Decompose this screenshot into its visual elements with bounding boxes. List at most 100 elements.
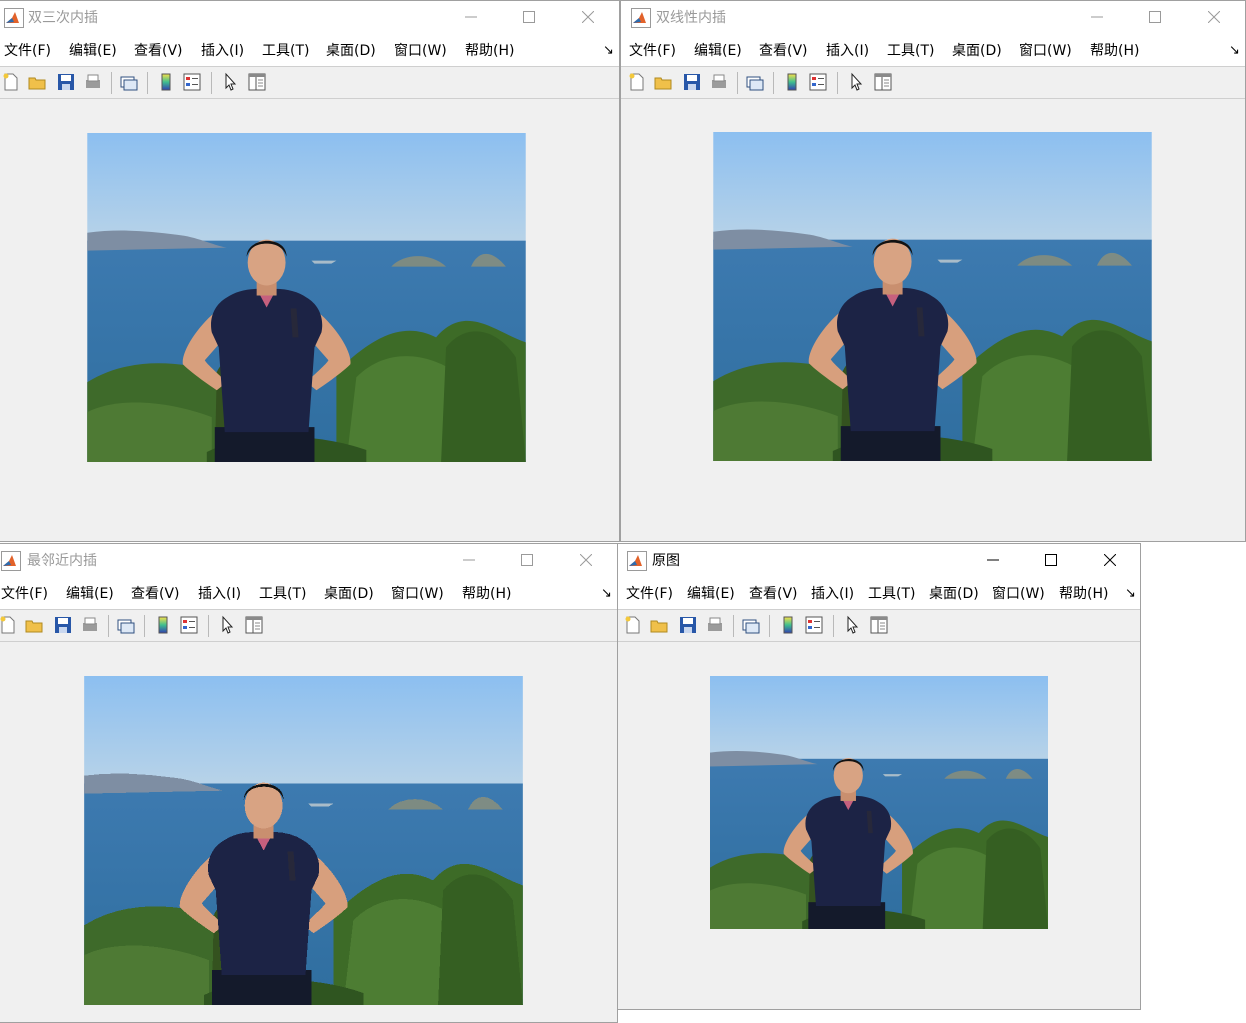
link-plot-icon[interactable]	[745, 72, 765, 92]
menu-insert[interactable]: 插入(I)	[826, 42, 869, 60]
menu-desktop[interactable]: 桌面(D)	[952, 42, 1002, 60]
image-display[interactable]	[710, 676, 1048, 929]
maximize-button[interactable]	[1022, 544, 1080, 576]
menu-tools[interactable]: 工具(T)	[887, 42, 934, 60]
menu-file[interactable]: 文件(F)	[1, 585, 48, 603]
figure-window-original: 原图 文件(F) 编辑(E) 查看(V) 插入(I) 工具(T) 桌面(D) 窗…	[617, 543, 1141, 1010]
image-display[interactable]	[87, 133, 526, 462]
title-bar[interactable]: 双三次内插	[0, 1, 619, 35]
menu-edit[interactable]: 编辑(E)	[69, 42, 117, 60]
minimize-button[interactable]	[964, 544, 1022, 576]
image-display[interactable]	[84, 676, 523, 1005]
edit-plot-arrow-icon[interactable]	[846, 72, 866, 92]
colorbar-icon[interactable]	[778, 615, 798, 635]
menu-help[interactable]: 帮助(H)	[462, 585, 511, 603]
menu-help[interactable]: 帮助(H)	[1090, 42, 1139, 60]
legend-icon[interactable]	[179, 615, 199, 635]
legend-icon[interactable]	[808, 72, 828, 92]
menu-view[interactable]: 查看(V)	[749, 585, 798, 603]
close-icon	[1208, 11, 1220, 23]
open-file-icon[interactable]	[649, 615, 669, 635]
menu-file[interactable]: 文件(F)	[629, 42, 676, 60]
image-display[interactable]	[713, 132, 1152, 461]
save-icon[interactable]	[682, 72, 702, 92]
menu-desktop[interactable]: 桌面(D)	[326, 42, 376, 60]
edit-plot-arrow-icon[interactable]	[842, 615, 862, 635]
toolbar-separator	[147, 72, 148, 94]
menu-edit[interactable]: 编辑(E)	[687, 585, 735, 603]
link-plot-icon[interactable]	[116, 615, 136, 635]
menu-overflow-chevron[interactable]: ↘	[1125, 585, 1136, 603]
property-inspector-icon[interactable]	[247, 72, 267, 92]
property-inspector-icon[interactable]	[244, 615, 264, 635]
menu-file[interactable]: 文件(F)	[4, 42, 51, 60]
menu-overflow-chevron[interactable]: ↘	[1229, 42, 1240, 60]
minimize-button[interactable]	[442, 1, 500, 33]
menu-desktop[interactable]: 桌面(D)	[929, 585, 979, 603]
open-file-icon[interactable]	[24, 615, 44, 635]
legend-icon[interactable]	[182, 72, 202, 92]
menu-tools[interactable]: 工具(T)	[259, 585, 306, 603]
menu-help[interactable]: 帮助(H)	[465, 42, 514, 60]
colorbar-icon[interactable]	[156, 72, 176, 92]
menu-window[interactable]: 窗口(W)	[394, 42, 447, 60]
menu-view[interactable]: 查看(V)	[759, 42, 808, 60]
property-inspector-icon[interactable]	[873, 72, 893, 92]
toolbar-separator	[833, 615, 834, 637]
save-icon[interactable]	[678, 615, 698, 635]
menu-insert[interactable]: 插入(I)	[201, 42, 244, 60]
title-bar[interactable]: 双线性内插	[621, 1, 1245, 35]
menu-window[interactable]: 窗口(W)	[1019, 42, 1072, 60]
print-icon[interactable]	[80, 615, 100, 635]
menu-window[interactable]: 窗口(W)	[391, 585, 444, 603]
new-figure-icon[interactable]	[627, 72, 647, 92]
save-icon[interactable]	[53, 615, 73, 635]
menu-edit[interactable]: 编辑(E)	[694, 42, 742, 60]
title-bar[interactable]: 原图	[618, 544, 1140, 578]
minimize-button[interactable]	[1068, 1, 1126, 33]
new-figure-icon[interactable]	[623, 615, 643, 635]
close-button[interactable]	[1185, 1, 1243, 33]
menu-tools[interactable]: 工具(T)	[868, 585, 915, 603]
menu-window[interactable]: 窗口(W)	[992, 585, 1045, 603]
close-button[interactable]	[559, 1, 617, 33]
new-figure-icon[interactable]	[0, 615, 18, 635]
open-file-icon[interactable]	[653, 72, 673, 92]
legend-icon[interactable]	[804, 615, 824, 635]
open-file-icon[interactable]	[27, 72, 47, 92]
photo-image	[87, 133, 526, 462]
menu-file[interactable]: 文件(F)	[626, 585, 673, 603]
maximize-button[interactable]	[500, 1, 558, 33]
title-bar[interactable]: 最邻近内插	[0, 544, 617, 578]
print-icon[interactable]	[705, 615, 725, 635]
maximize-button[interactable]	[498, 544, 556, 576]
photo-image	[710, 676, 1048, 929]
window-title: 双三次内插	[28, 10, 98, 26]
link-plot-icon[interactable]	[119, 72, 139, 92]
menu-overflow-chevron[interactable]: ↘	[603, 42, 614, 60]
new-figure-icon[interactable]	[1, 72, 21, 92]
property-inspector-icon[interactable]	[869, 615, 889, 635]
menu-view[interactable]: 查看(V)	[134, 42, 183, 60]
close-button[interactable]	[557, 544, 615, 576]
print-icon[interactable]	[83, 72, 103, 92]
maximize-button[interactable]	[1126, 1, 1184, 33]
minimize-button[interactable]	[440, 544, 498, 576]
colorbar-icon[interactable]	[782, 72, 802, 92]
edit-plot-arrow-icon[interactable]	[220, 72, 240, 92]
toolbar-separator	[769, 615, 770, 637]
save-icon[interactable]	[56, 72, 76, 92]
colorbar-icon[interactable]	[153, 615, 173, 635]
menu-view[interactable]: 查看(V)	[131, 585, 180, 603]
menu-edit[interactable]: 编辑(E)	[66, 585, 114, 603]
menu-desktop[interactable]: 桌面(D)	[324, 585, 374, 603]
close-button[interactable]	[1081, 544, 1139, 576]
edit-plot-arrow-icon[interactable]	[217, 615, 237, 635]
menu-help[interactable]: 帮助(H)	[1059, 585, 1108, 603]
menu-overflow-chevron[interactable]: ↘	[601, 585, 612, 603]
menu-tools[interactable]: 工具(T)	[262, 42, 309, 60]
print-icon[interactable]	[709, 72, 729, 92]
menu-insert[interactable]: 插入(I)	[198, 585, 241, 603]
menu-insert[interactable]: 插入(I)	[811, 585, 854, 603]
link-plot-icon[interactable]	[741, 615, 761, 635]
